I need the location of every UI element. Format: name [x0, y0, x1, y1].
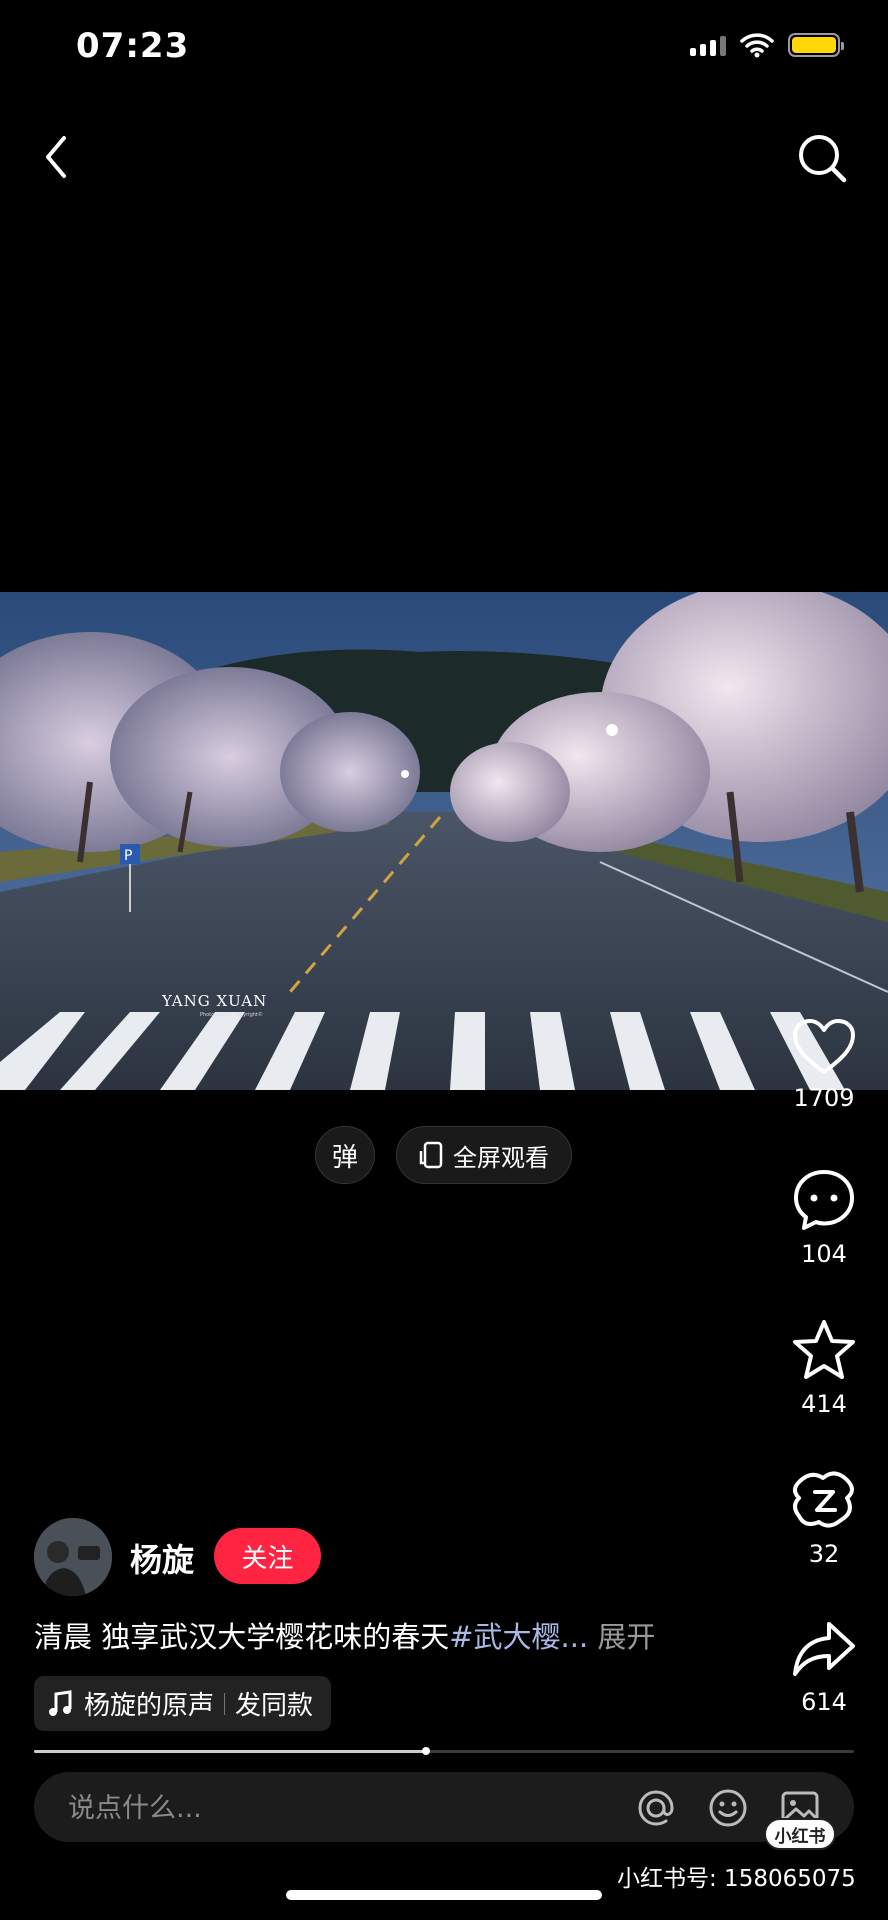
search-icon — [799, 135, 847, 183]
caption-hashtag[interactable]: #武大樱... — [449, 1620, 588, 1654]
svg-text:P: P — [124, 848, 132, 864]
video-progress-bar[interactable] — [34, 1747, 854, 1755]
music-use-button[interactable]: 发同款 — [235, 1685, 313, 1722]
like-button[interactable]: 1709 — [774, 1018, 874, 1112]
video-progress-thumb[interactable] — [421, 1747, 430, 1755]
collect-button[interactable]: 414 — [774, 1318, 874, 1418]
remix-count: 32 — [808, 1540, 840, 1568]
caption-text: 清晨 独享武汉大学樱花味的春天 — [34, 1620, 450, 1654]
avatar-photo — [34, 1518, 112, 1596]
author-avatar[interactable] — [34, 1518, 112, 1596]
music-title: 杨旋的原声 — [84, 1691, 215, 1721]
chevron-left-icon — [46, 136, 66, 178]
share-count: 614 — [801, 1688, 847, 1716]
wifi-icon — [740, 33, 774, 58]
like-count: 1709 — [793, 1084, 855, 1112]
back-button[interactable] — [36, 130, 80, 184]
music-note-icon — [49, 1689, 72, 1716]
comment-bar — [34, 1772, 854, 1842]
signal-icon — [690, 34, 726, 56]
danmu-toggle-button[interactable]: 弹 — [315, 1126, 375, 1184]
video-frame: P — [0, 592, 888, 1090]
remix-button[interactable]: 32 — [774, 1468, 874, 1568]
video-watermark-sub: Photography Copyright© — [200, 1012, 263, 1018]
home-indicator[interactable] — [286, 1890, 602, 1900]
remix-icon — [793, 1471, 854, 1528]
search-button[interactable] — [792, 128, 852, 188]
comment-count: 104 — [801, 1240, 847, 1268]
music-chip[interactable]: 杨旋的原声 发同款 — [34, 1676, 332, 1731]
comment-bubble-icon — [794, 1170, 854, 1230]
comment-input[interactable] — [68, 1792, 568, 1824]
music-divider — [224, 1692, 226, 1715]
caption-expand[interactable]: 展开 — [588, 1620, 655, 1654]
xiaohongshu-badge: 小红书 — [764, 1818, 836, 1850]
post-caption[interactable]: 清晨 独享武汉大学樱花味的春天#武大樱... 展开 — [34, 1614, 724, 1656]
fullscreen-rotate-icon — [419, 1141, 443, 1169]
at-icon — [638, 1790, 674, 1826]
share-button[interactable]: 614 — [774, 1618, 874, 1716]
heart-icon — [793, 1019, 855, 1074]
emoji-button[interactable] — [706, 1786, 750, 1830]
status-time: 07:23 — [76, 26, 190, 66]
author-name[interactable]: 杨旋 — [130, 1535, 194, 1581]
collect-count: 414 — [801, 1390, 847, 1418]
fullscreen-button[interactable]: 全屏观看 — [396, 1126, 572, 1184]
video-progress-fill — [34, 1750, 426, 1753]
mention-button[interactable] — [634, 1786, 678, 1830]
danmu-label: 弹 — [331, 1142, 358, 1173]
follow-button[interactable]: 关注 — [214, 1528, 321, 1584]
share-arrow-icon — [793, 1622, 855, 1676]
fullscreen-label: 全屏观看 — [453, 1143, 549, 1172]
xiaohongshu-id: 小红书号: 158065075 — [617, 1866, 856, 1892]
video-player[interactable]: P YANG XUAN Photography Copyright© — [0, 592, 888, 1090]
star-icon — [793, 1320, 855, 1379]
video-watermark: YANG XUAN — [162, 992, 268, 1010]
comment-button[interactable]: 104 — [774, 1168, 874, 1268]
status-icons — [690, 32, 844, 58]
smiley-icon — [709, 1789, 747, 1827]
battery-icon — [788, 33, 844, 57]
